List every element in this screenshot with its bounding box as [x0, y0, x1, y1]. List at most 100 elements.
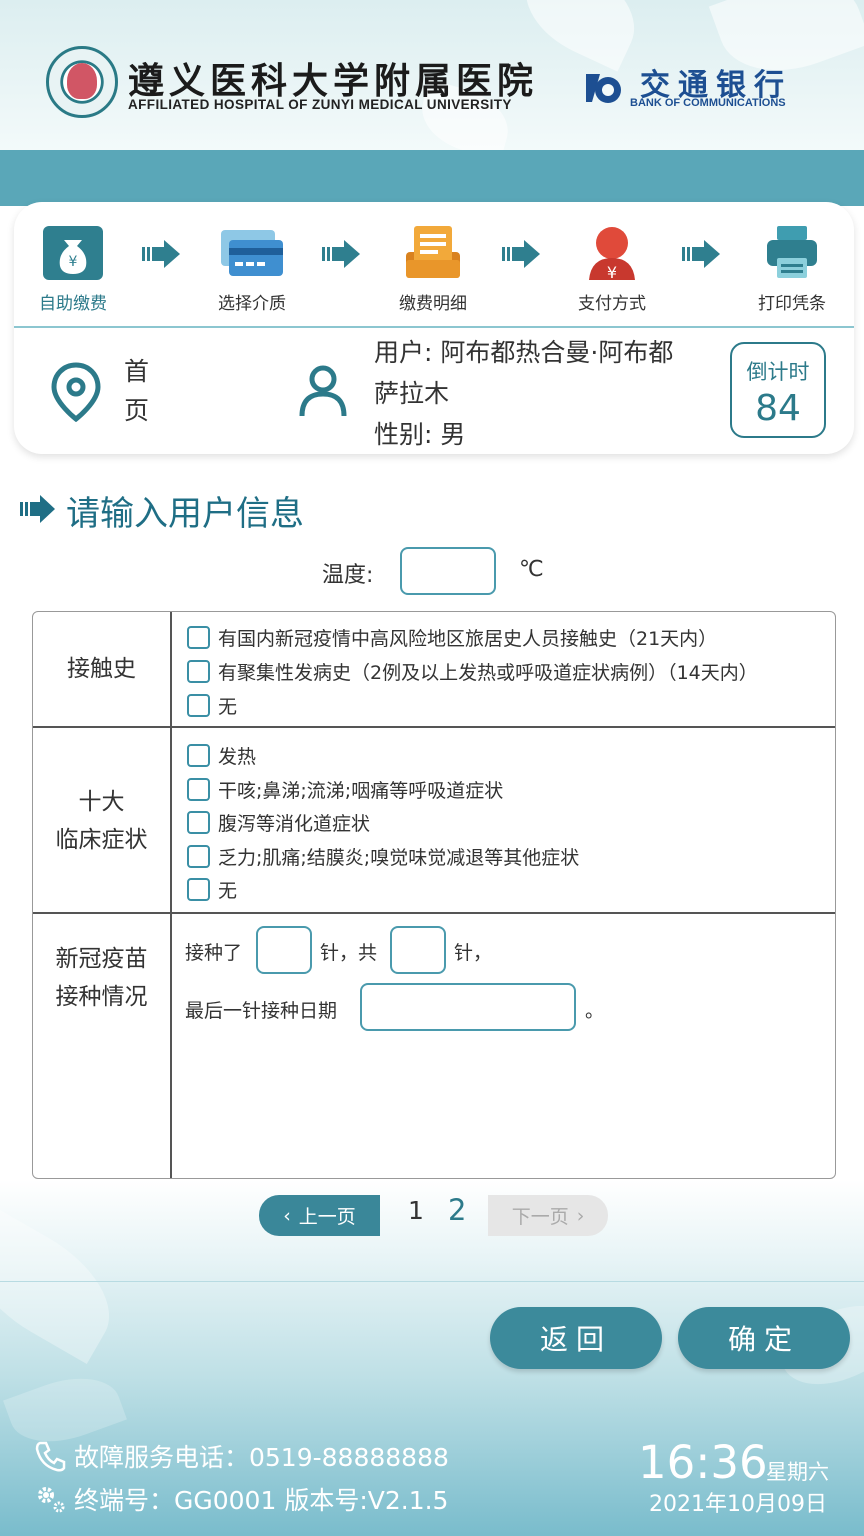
contact-history-label: 接触史	[67, 656, 136, 682]
temperature-unit: ℃	[519, 557, 544, 582]
last-dose-date-input[interactable]	[360, 983, 576, 1031]
countdown-timer: 倒计时 84	[730, 342, 826, 438]
clock-time: 16:36	[638, 1436, 768, 1489]
svg-text:¥: ¥	[607, 263, 617, 280]
row-divider	[33, 912, 835, 914]
service-phone-text: 故障服务电话：0519-88888888	[74, 1443, 449, 1472]
option-text: 乏力;肌痛;结膜炎;嗅觉味觉减退等其他症状	[218, 846, 580, 869]
user-details: 用户: 阿布都热合曼·阿布都萨拉木 性别: 男	[374, 332, 694, 455]
arrow-right-icon	[142, 240, 180, 268]
settings-gears-icon	[38, 1487, 65, 1513]
vaccine-label: 新冠疫苗 接种情况	[33, 940, 170, 1016]
checkbox[interactable]	[187, 625, 210, 649]
option-text: 发热	[218, 745, 257, 768]
clock-weekday: 星期六	[766, 1460, 829, 1484]
step-select-medium: 选择介质	[202, 226, 302, 314]
checkbox[interactable]	[187, 810, 210, 834]
contact-option-none[interactable]: 无	[187, 692, 237, 718]
countdown-label: 倒计时	[746, 360, 810, 384]
checkbox[interactable]	[187, 777, 210, 801]
step-payment-details: 缴费明细	[383, 226, 483, 314]
svg-text:¥: ¥	[69, 254, 78, 270]
bank-name-en: BANK OF COMMUNICATIONS	[630, 97, 786, 109]
arrow-right-icon	[322, 240, 360, 268]
hospital-name-en: AFFILIATED HOSPITAL OF ZUNYI MEDICAL UNI…	[128, 97, 512, 112]
decorative-leaf	[0, 1206, 132, 1364]
symptom-option-fever[interactable]: 发热	[187, 742, 256, 768]
previous-page-label: 上一页	[298, 1206, 356, 1228]
money-bag-icon: ¥	[42, 226, 104, 280]
printer-icon	[761, 226, 823, 280]
footer-divider	[0, 1281, 864, 1282]
option-text: 干咳;鼻涕;流涕;咽痛等呼吸道症状	[218, 779, 504, 802]
arrow-right-icon	[502, 240, 540, 268]
clock-date: 2021年10月09日	[649, 1492, 827, 1517]
service-phone-row: 故障服务电话：0519-88888888	[34, 1438, 449, 1474]
symptoms-label: 十大 临床症状	[33, 783, 170, 859]
progress-card: ¥ 自助缴费 选择介质 缴费明细 ¥ 支付方式 打印凭条 首页 用户: 阿布都热…	[14, 202, 854, 454]
terminal-info-text: 终端号：GG0001 版本号:V2.1.5	[74, 1486, 449, 1515]
symptom-option-digestive[interactable]: 腹泻等消化道症状	[187, 809, 370, 835]
temperature-label: 温度:	[322, 563, 374, 588]
page-number-1[interactable]: 1	[408, 1196, 424, 1225]
confirm-button[interactable]: 确定	[678, 1307, 850, 1369]
last-dose-date-text: 最后一针接种日期	[185, 1000, 338, 1022]
hospital-logo-icon	[46, 46, 118, 118]
phone-icon	[35, 1441, 66, 1472]
checkbox[interactable]	[187, 743, 210, 767]
symptom-option-respiratory[interactable]: 干咳;鼻涕;流涕;咽痛等呼吸道症状	[187, 776, 503, 802]
yuan-payment-icon: ¥	[581, 226, 643, 282]
user-info-bar: 首页 用户: 阿布都热合曼·阿布都萨拉木 性别: 男 倒计时 84	[14, 328, 854, 454]
step-print-receipt: 打印凭条	[742, 226, 842, 314]
option-text: 无	[218, 879, 238, 902]
chevron-left-icon: ‹	[283, 1204, 291, 1227]
card-icon	[221, 226, 283, 280]
next-page-button[interactable]: 下一页 ›	[488, 1195, 608, 1236]
home-link[interactable]: 首页	[124, 352, 164, 430]
option-text: 有国内新冠疫情中高风险地区旅居史人员接触史（21天内）	[218, 627, 718, 650]
chevron-right-icon: ›	[576, 1204, 585, 1227]
step-label: 缴费明细	[399, 294, 467, 314]
symptoms-label-line1: 十大	[78, 789, 125, 815]
user-icon	[299, 365, 347, 417]
back-button[interactable]: 返回	[490, 1307, 662, 1369]
section-title: 请输入用户信息	[66, 494, 304, 534]
row-divider	[33, 726, 835, 728]
vaccine-label-line2: 接种情况	[55, 984, 148, 1010]
arrow-right-icon	[682, 240, 720, 268]
option-text: 有聚集性发病史（2例及以上发热或呼吸道症状病例）（14天内）	[218, 661, 758, 684]
page-number-2[interactable]: 2	[448, 1193, 466, 1227]
symptom-option-none[interactable]: 无	[187, 876, 237, 902]
doses-received-input[interactable]	[256, 926, 312, 974]
option-text: 无	[218, 695, 238, 718]
receipt-list-icon	[402, 226, 464, 280]
header-banner: 遵义医科大学附属医院 AFFILIATED HOSPITAL OF ZUNYI …	[0, 0, 864, 150]
step-label: 选择介质	[218, 294, 286, 314]
bank-logo-icon	[586, 74, 621, 103]
step-label: 打印凭条	[758, 294, 826, 314]
column-divider	[170, 612, 172, 1178]
checkbox[interactable]	[187, 659, 210, 683]
vaccine-received-text: 接种了	[185, 942, 243, 964]
step-self-payment: ¥ 自助缴费	[23, 226, 123, 314]
contact-option-cluster[interactable]: 有聚集性发病史（2例及以上发热或呼吸道症状病例）（14天内）	[187, 658, 758, 684]
previous-page-button[interactable]: ‹ 上一页	[259, 1195, 380, 1236]
checkbox[interactable]	[187, 877, 210, 901]
next-page-label: 下一页	[511, 1206, 569, 1228]
section-arrow-icon	[20, 495, 55, 523]
header-band	[0, 150, 864, 206]
temperature-input[interactable]	[400, 547, 496, 595]
user-gender: 性别: 男	[374, 420, 466, 449]
doses-total-input[interactable]	[390, 926, 446, 974]
checkbox[interactable]	[187, 844, 210, 868]
symptom-option-other[interactable]: 乏力;肌痛;结膜炎;嗅觉味觉减退等其他症状	[187, 843, 579, 869]
period-text: 。	[585, 1000, 605, 1022]
terminal-info-row: 终端号：GG0001 版本号:V2.1.5	[34, 1481, 448, 1517]
vaccine-dose-total-text: 针，共	[320, 942, 378, 964]
checkbox[interactable]	[187, 693, 210, 717]
vaccine-dose-end-text: 针，	[454, 942, 493, 964]
contact-option-high-risk[interactable]: 有国内新冠疫情中高风险地区旅居史人员接触史（21天内）	[187, 624, 717, 650]
user-name: 用户: 阿布都热合曼·阿布都萨拉木	[374, 338, 674, 408]
symptoms-label-line2: 临床症状	[55, 827, 148, 853]
location-pin-icon[interactable]	[50, 362, 102, 422]
